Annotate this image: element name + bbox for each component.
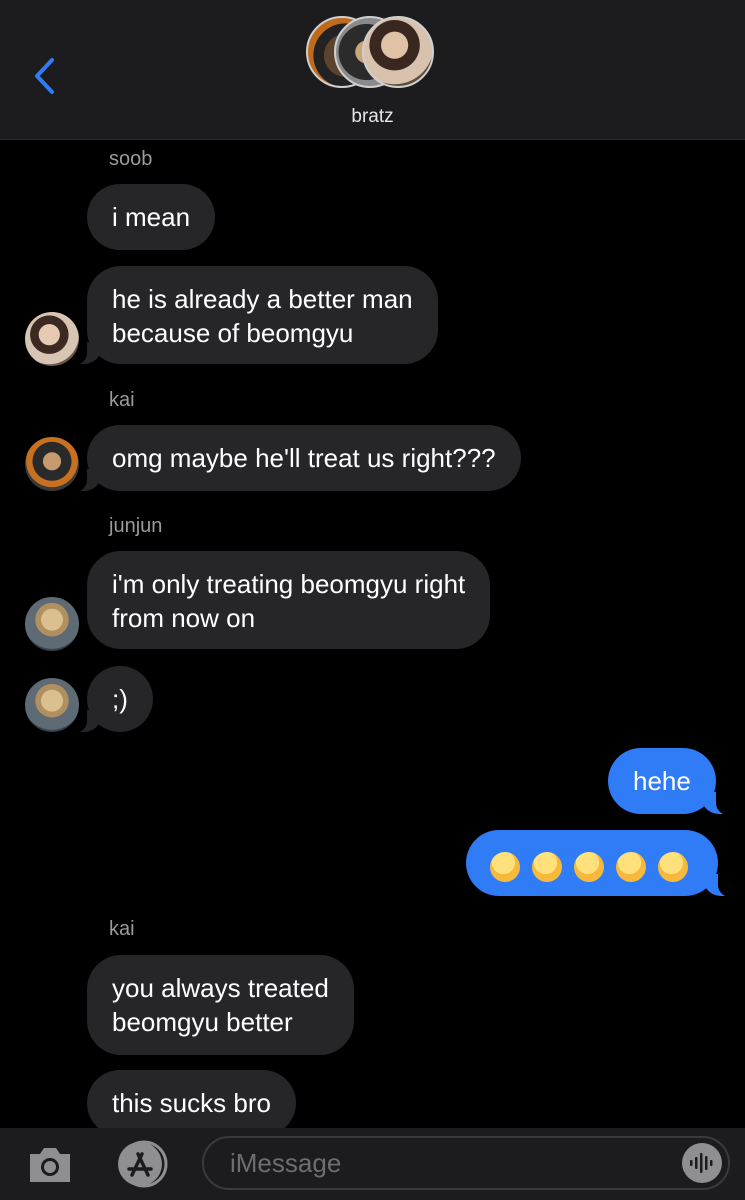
face-with-hand-over-mouth-icon bbox=[574, 852, 604, 883]
incoming-message[interactable]: this sucks bro bbox=[87, 1070, 296, 1136]
waveform-icon bbox=[690, 1153, 713, 1173]
sender-name: soob bbox=[109, 148, 153, 170]
message-text: you always treated bbox=[112, 973, 329, 1003]
incoming-message[interactable]: ;) bbox=[68, 666, 153, 733]
outgoing-message[interactable] bbox=[466, 830, 737, 897]
message-list: soob i mean he is already a better man b… bbox=[0, 140, 745, 1136]
back-button[interactable] bbox=[26, 52, 62, 100]
sender-avatar[interactable] bbox=[25, 678, 79, 732]
face-with-hand-over-mouth-icon bbox=[658, 852, 688, 883]
face-with-hand-over-mouth-icon bbox=[490, 852, 520, 883]
message-text: omg maybe he'll treat us right??? bbox=[112, 443, 496, 473]
sender-avatar[interactable] bbox=[25, 312, 79, 366]
incoming-message[interactable]: i mean bbox=[87, 184, 216, 250]
message-text: because of beomgyu bbox=[112, 318, 354, 348]
face-with-hand-over-mouth-icon bbox=[616, 852, 646, 883]
incoming-message[interactable]: he is already a better man because of be… bbox=[68, 266, 438, 365]
camera-icon bbox=[30, 1148, 70, 1182]
outgoing-message[interactable]: hehe bbox=[608, 748, 735, 815]
audio-message-button[interactable] bbox=[682, 1143, 722, 1183]
incoming-message[interactable]: i'm only treating beomgyu right from now… bbox=[87, 551, 491, 649]
incoming-message[interactable]: omg maybe he'll treat us right??? bbox=[68, 425, 521, 492]
camera-button[interactable] bbox=[26, 1142, 74, 1186]
message-text: beomgyu better bbox=[112, 1007, 293, 1037]
app-store-icon bbox=[118, 1140, 168, 1188]
message-text: he is already a better man bbox=[112, 284, 413, 314]
conversation-header: bratz bbox=[0, 0, 745, 140]
sender-name: junjun bbox=[109, 515, 163, 537]
sender-avatar[interactable] bbox=[25, 437, 79, 491]
incoming-message[interactable]: you always treated beomgyu better bbox=[87, 955, 354, 1055]
message-text: this sucks bro bbox=[112, 1088, 271, 1118]
chevron-left-icon bbox=[35, 58, 54, 94]
message-text: i'm only treating beomgyu right bbox=[112, 569, 466, 599]
group-member-avatar bbox=[362, 16, 434, 88]
message-text: from now on bbox=[112, 603, 256, 633]
face-with-hand-over-mouth-icon bbox=[532, 852, 562, 883]
group-name[interactable]: bratz bbox=[0, 106, 745, 128]
group-avatars[interactable] bbox=[306, 16, 440, 92]
sender-avatar[interactable] bbox=[25, 597, 79, 651]
message-text: hehe bbox=[633, 766, 691, 796]
app-store-button[interactable] bbox=[112, 1140, 172, 1188]
composer-bar: iMessage bbox=[0, 1128, 745, 1200]
message-text: i mean bbox=[112, 202, 191, 232]
sender-name: kai bbox=[109, 918, 135, 940]
message-input-placeholder: iMessage bbox=[230, 1147, 342, 1178]
message-text: ;) bbox=[112, 684, 128, 714]
message-input[interactable]: iMessage bbox=[202, 1136, 730, 1190]
sender-name: kai bbox=[109, 389, 135, 411]
